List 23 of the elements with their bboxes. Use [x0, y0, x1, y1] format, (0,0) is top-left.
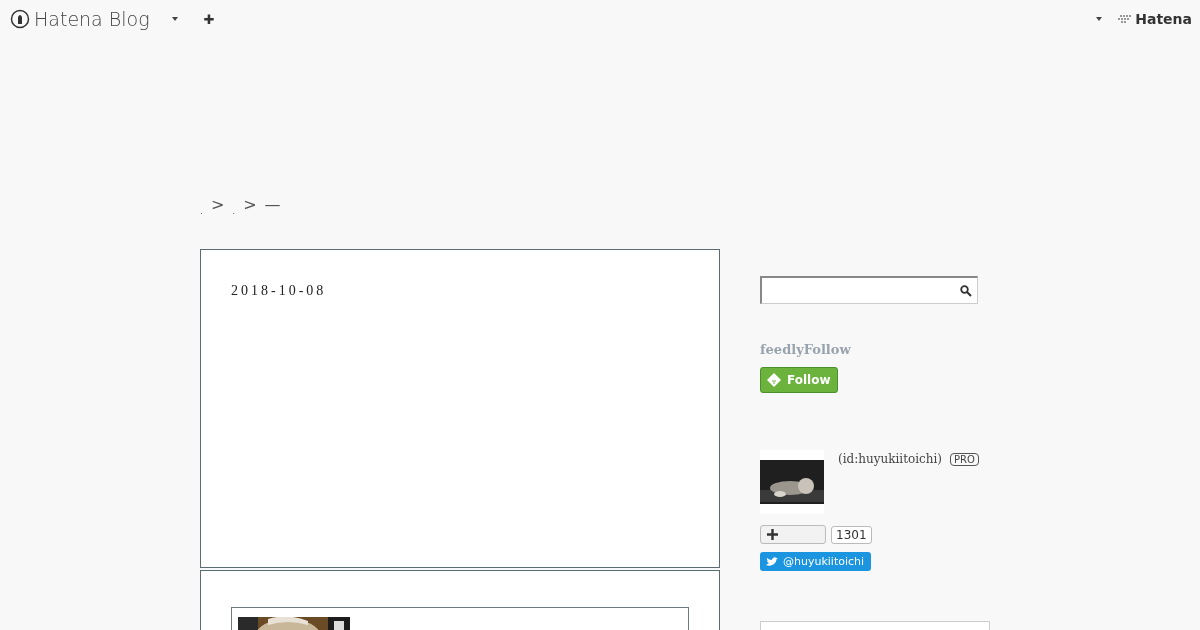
search-field[interactable] [760, 276, 978, 304]
dropdown-caret-icon[interactable] [171, 17, 178, 21]
breadcrumb-link[interactable]: — [264, 194, 281, 214]
plus-icon [767, 529, 778, 540]
section-title: feedlyFollow [760, 342, 852, 357]
add-button[interactable]: ✚ [203, 11, 215, 27]
subscriber-count: 1301 [831, 525, 872, 544]
breadcrumb-link[interactable]: . [200, 206, 203, 216]
blog-logo[interactable]: Hatena Blog [10, 8, 150, 30]
search-icon[interactable] [960, 284, 972, 297]
subscribe-button[interactable] [760, 525, 826, 544]
bird-icon [766, 556, 778, 567]
article-date[interactable]: 2018-10-08 [231, 283, 689, 299]
pen-nib-icon [10, 9, 30, 29]
breadcrumb-separator: > [210, 194, 225, 214]
breadcrumb-link[interactable]: . [232, 206, 236, 216]
pro-badge: PRO [950, 453, 979, 466]
wave-lines-icon [1118, 14, 1133, 24]
feedly-icon [767, 373, 781, 387]
brand-logo[interactable]: Hatena [1118, 11, 1192, 27]
breadcrumb-separator: > [243, 194, 257, 214]
dropdown-caret-icon[interactable] [1096, 17, 1103, 21]
user-id[interactable]: (id:huyukiitoichi) [838, 452, 942, 466]
